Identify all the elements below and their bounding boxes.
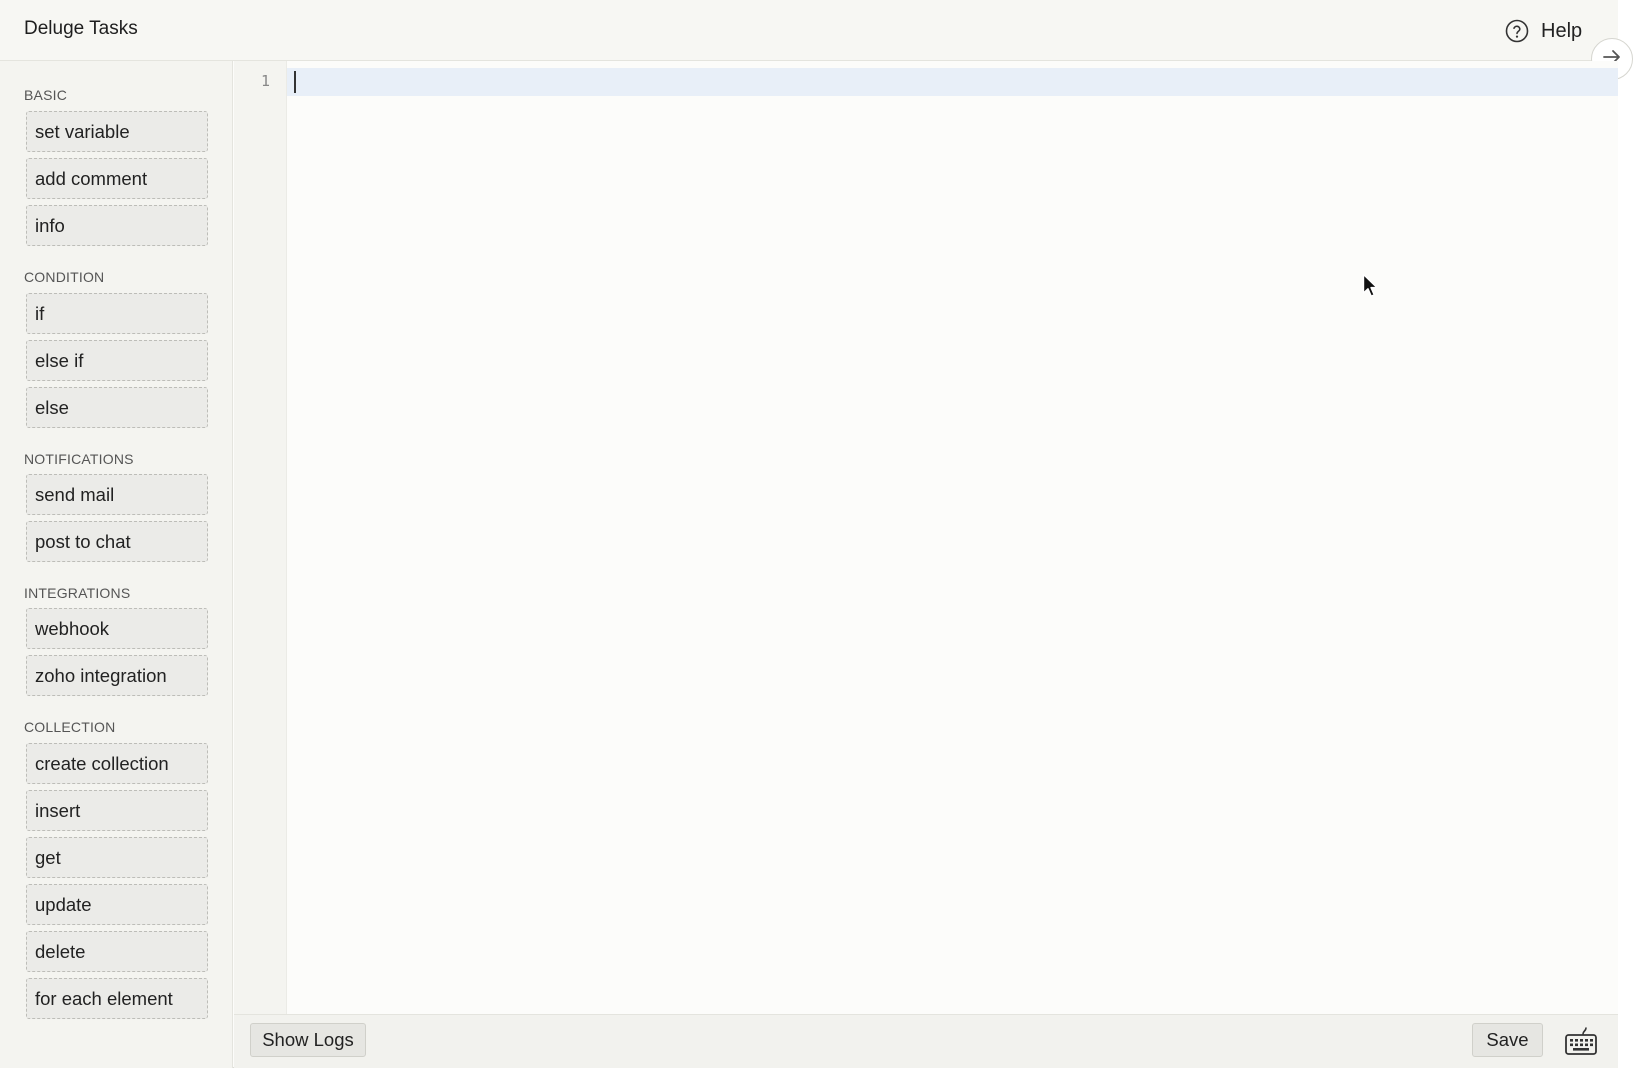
help-label: Help: [1541, 19, 1583, 42]
section-label-condition: CONDITION: [24, 269, 105, 285]
save-button[interactable]: Save: [1472, 1023, 1543, 1057]
header: Deluge Tasks Help: [0, 0, 1618, 61]
editor-footer: Show Logs Save: [234, 1014, 1618, 1068]
keyboard-icon[interactable]: [1564, 1025, 1598, 1057]
task-update[interactable]: update: [26, 884, 208, 925]
task-else-if[interactable]: else if: [26, 340, 208, 381]
task-palette-sidebar: BASIC set variable add comment info COND…: [0, 61, 233, 1068]
help-link[interactable]: Help: [1505, 17, 1582, 45]
task-add-comment[interactable]: add comment: [26, 158, 208, 199]
page-title: Deluge Tasks: [24, 18, 138, 39]
deluge-tasks-window: Deluge Tasks Help BASIC set variable add…: [0, 0, 1633, 1068]
task-post-to-chat[interactable]: post to chat: [26, 521, 208, 562]
task-get[interactable]: get: [26, 837, 208, 878]
task-zoho-integration[interactable]: zoho integration: [26, 655, 208, 696]
section-label-collection: COLLECTION: [24, 719, 116, 735]
show-logs-button[interactable]: Show Logs: [250, 1023, 366, 1057]
task-set-variable[interactable]: set variable: [26, 111, 208, 152]
task-info[interactable]: info: [26, 205, 208, 246]
code-editor[interactable]: [287, 61, 1618, 1014]
section-label-integrations: INTEGRATIONS: [24, 585, 131, 601]
task-else[interactable]: else: [26, 387, 208, 428]
task-webhook[interactable]: webhook: [26, 608, 208, 649]
text-caret: [294, 71, 296, 93]
mouse-pointer-icon: [1362, 273, 1380, 299]
task-delete[interactable]: delete: [26, 931, 208, 972]
task-insert[interactable]: insert: [26, 790, 208, 831]
line-number: 1: [260, 72, 270, 90]
task-if[interactable]: if: [26, 293, 208, 334]
task-for-each-element[interactable]: for each element: [26, 978, 208, 1019]
task-create-collection[interactable]: create collection: [26, 743, 208, 784]
section-label-basic: BASIC: [24, 87, 68, 103]
question-circle-icon: [1505, 19, 1529, 43]
line-number-gutter: 1: [234, 61, 287, 1014]
active-line-highlight: [287, 68, 1618, 96]
section-label-notifications: NOTIFICATIONS: [24, 451, 134, 467]
task-send-mail[interactable]: send mail: [26, 474, 208, 515]
